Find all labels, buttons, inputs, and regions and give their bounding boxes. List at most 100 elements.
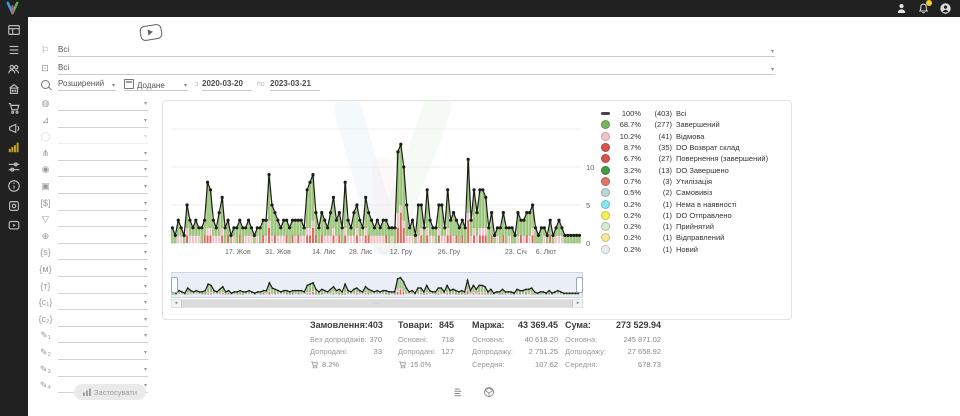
chevron-down-icon: ▾ [144, 133, 147, 140]
sidebar-item-dashboard[interactable] [7, 23, 21, 37]
legend-item[interactable]: 0.2% (1) DO Отправлено [601, 210, 786, 221]
legend-pct: 0.7% [614, 177, 641, 186]
app-logo[interactable] [5, 1, 20, 16]
search-mode-select[interactable]: Розширений▾ [58, 78, 116, 91]
legend-item[interactable]: 68.7%(277)Завершений [601, 119, 786, 130]
date-field-select[interactable]: Додане ▾ [124, 78, 188, 91]
stat-row: Середня:678.73 [565, 358, 661, 371]
utm-content-icon: {с₂} [38, 314, 53, 324]
custom-field-2-select[interactable]: ▾ [58, 346, 148, 360]
structure-icon: ⋔ [38, 148, 53, 159]
site-select[interactable]: ▾ [58, 230, 148, 244]
utm-content-select[interactable]: ▾ [58, 313, 148, 327]
payment-select[interactable]: ▾ [58, 197, 148, 211]
utm-term-select[interactable]: ▾ [58, 280, 148, 294]
sidebar-item-customers[interactable] [7, 62, 21, 76]
structure-select[interactable]: ▾ [58, 147, 148, 161]
legend-item[interactable]: 100%(403)Всі [601, 108, 786, 119]
chart-legend: 100%(403)Всі68.7%(277)Завершений10.2%(41… [601, 108, 786, 255]
legend-pct: 100% [614, 109, 641, 118]
legend-item[interactable]: 0.2%(1)Відправлений [601, 232, 786, 243]
sidebar-item-video-help[interactable] [7, 218, 21, 232]
responsible-select[interactable]: ▾ [58, 163, 148, 177]
avatar-icon[interactable] [939, 2, 952, 15]
legend-lab: Завершений [676, 120, 720, 129]
legend-pct: 6.7% [614, 154, 641, 163]
product-filter-input[interactable]: Всі▾ [58, 62, 775, 75]
x-tick: 31. Жов [265, 249, 291, 256]
legend-item[interactable]: 8.7%(35)DO Возврат склад [601, 142, 786, 153]
legend-lab: DO Отправлено [676, 211, 732, 220]
legend-item[interactable]: 0.2%(1)Новий [601, 244, 786, 255]
scrollbar-thumb[interactable]: ⋯ [181, 300, 573, 307]
analytics-icon [7, 140, 21, 154]
sidebar-item-settings[interactable] [7, 160, 21, 174]
chevron-down-icon: ▾ [144, 366, 147, 373]
bell-icon[interactable] [917, 2, 930, 15]
custom-field-1-select[interactable]: ▾ [58, 329, 148, 343]
filter-row-product-type: ▣▾ [38, 180, 150, 195]
stat-row: Без допродажів:370 [310, 333, 382, 346]
list-view-icon[interactable] [453, 386, 465, 398]
legend-pct: 0.2% [614, 222, 641, 231]
legend-item[interactable]: 0.7%(3)Утилізація [601, 176, 786, 187]
sidebar-item-sales[interactable] [7, 101, 21, 115]
filter-row-utm-campaign: {с₁}▾ [38, 296, 150, 311]
legend-item[interactable]: 0.2%(1)Прийнятий [601, 221, 786, 232]
filter-row-funnel: ▽▾ [38, 213, 150, 228]
legend-swatch [601, 132, 610, 141]
package-view-icon[interactable] [483, 386, 495, 398]
category-tree-icon: ⚐ [38, 45, 52, 56]
date-from-input[interactable]: 2020-03-20 [202, 78, 252, 91]
sidebar-item-company[interactable] [7, 82, 21, 96]
legend-item[interactable]: 10.2%(41)Відмова [601, 131, 786, 142]
chevron-down-icon: ▾ [144, 100, 147, 107]
date-to-input[interactable]: 2023-03-21 [270, 78, 320, 91]
product-icon: ⊡ [38, 63, 52, 74]
legend-item[interactable]: 6.7%(27)Повернення (завершений) [601, 153, 786, 164]
legend-pct: 0.2% [614, 233, 641, 242]
scroll-left-icon[interactable]: ◂ [172, 300, 180, 307]
apply-button[interactable]: Застосувати [74, 384, 146, 400]
cart-icon [310, 360, 319, 369]
legend-pct: 8.7% [614, 143, 641, 152]
filter-panel: ◍▾⊿▾◯▾⋔▾◉▾▣▾[$]▾▽▾⊕▾{s}▾{м}▾{т}▾{с₁}▾{с₂… [38, 97, 150, 397]
scroll-right-icon[interactable]: ▸ [574, 300, 582, 307]
legend-cnt: (1) [645, 245, 672, 254]
sidebar-item-products[interactable] [7, 199, 21, 213]
stat-row: 8.2% [310, 358, 382, 371]
stat-row: Основна:40 618.20 [472, 333, 558, 346]
chart-scrollbar[interactable]: ◂ ⋯ ▸ [171, 299, 583, 308]
product-type-select[interactable]: ▾ [58, 180, 148, 194]
category-filter-input[interactable]: Всі▾ [58, 44, 775, 57]
legend-item[interactable]: 0.2%(1)Нема в наявності [601, 198, 786, 209]
utm-source-select[interactable]: ▾ [58, 246, 148, 260]
legend-item[interactable]: 3.2%(13)DO Завершено [601, 164, 786, 175]
utm-medium-select[interactable]: ▾ [58, 263, 148, 277]
custom-field-3-select[interactable]: ▾ [58, 363, 148, 377]
legend-item[interactable]: 0.5%(2)Самовивіз [601, 187, 786, 198]
user-icon[interactable] [895, 2, 908, 15]
chevron-down-icon: ▾ [144, 150, 147, 157]
utm-campaign-select[interactable]: ▾ [58, 296, 148, 310]
search-icon [41, 80, 50, 89]
legend-cnt: (1) [645, 211, 672, 220]
sidebar-item-info[interactable] [7, 179, 21, 193]
funnel-stage-select[interactable]: ▾ [58, 114, 148, 128]
source-select[interactable]: ▾ [58, 97, 148, 111]
disabled-filter-icon: ◯ [38, 131, 53, 142]
payment-icon: [$] [38, 198, 53, 208]
y-tick: 0 [586, 239, 590, 248]
sidebar-item-orders[interactable] [7, 43, 21, 57]
chart-navigator[interactable] [171, 272, 583, 298]
sidebar-item-analytics[interactable] [7, 140, 21, 154]
funnel-select[interactable]: ▾ [58, 213, 148, 227]
legend-swatch [601, 120, 610, 129]
legend-pct: 0.2% [614, 211, 641, 220]
video-tour-icon[interactable] [139, 23, 163, 41]
product-type-icon: ▣ [38, 181, 53, 192]
sidebar-item-marketing[interactable] [7, 121, 21, 135]
navigator-handle-left[interactable] [171, 277, 178, 293]
navigator-handle-right[interactable] [576, 277, 583, 293]
orders-chart[interactable] [171, 105, 581, 248]
